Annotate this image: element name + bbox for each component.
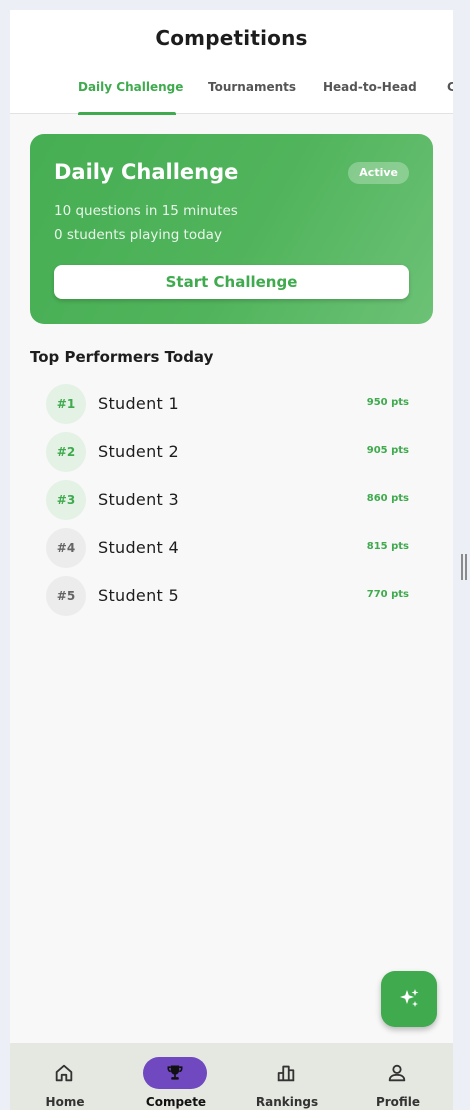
nav-pill xyxy=(143,1057,207,1089)
nav-compete[interactable]: Compete xyxy=(121,1043,231,1110)
rank-badge: #3 xyxy=(46,480,86,520)
rank-badge: #5 xyxy=(46,576,86,616)
tab-bar: Daily Challenge Tournaments Head-to-Head… xyxy=(10,72,453,115)
nav-label: Rankings xyxy=(255,1095,319,1109)
start-challenge-button[interactable]: Start Challenge xyxy=(54,265,409,299)
student-name: Student 2 xyxy=(98,442,179,461)
student-name: Student 4 xyxy=(98,538,179,557)
tab-tournaments[interactable]: Tournaments xyxy=(208,80,296,94)
bottom-nav: Home Compete Rankings Profile xyxy=(10,1043,453,1110)
nav-profile[interactable]: Profile xyxy=(343,1043,453,1110)
trophy-icon xyxy=(167,1065,183,1080)
nav-rankings[interactable]: Rankings xyxy=(232,1043,342,1110)
resize-handle[interactable] xyxy=(461,554,467,580)
student-points: 950 pts xyxy=(366,397,409,408)
leaderboard-row[interactable]: #4 Student 4 815 pts xyxy=(46,528,409,576)
nav-pill xyxy=(365,1057,429,1089)
student-name: Student 3 xyxy=(98,490,179,509)
student-name: Student 1 xyxy=(98,394,179,413)
student-name: Student 5 xyxy=(98,586,179,605)
leaderboard-row[interactable]: #1 Student 1 950 pts xyxy=(46,384,409,432)
rank-badge: #4 xyxy=(46,528,86,568)
nav-label: Home xyxy=(45,1095,85,1109)
sparkle-icon xyxy=(400,989,419,1007)
tab-overflow[interactable]: C xyxy=(447,80,453,94)
leaderboard-list: #1 Student 1 950 pts #2 Student 2 905 pt… xyxy=(46,384,409,624)
challenge-players: 0 students playing today xyxy=(54,227,222,243)
challenge-details: 10 questions in 15 minutes xyxy=(54,203,238,219)
leaderboard-title: Top Performers Today xyxy=(30,348,214,366)
rank-badge: #2 xyxy=(46,432,86,472)
status-badge: Active xyxy=(348,162,409,184)
page-title: Competitions xyxy=(155,26,308,50)
student-points: 815 pts xyxy=(366,541,409,552)
nav-label: Compete xyxy=(145,1095,207,1109)
tab-daily-challenge[interactable]: Daily Challenge xyxy=(78,80,183,94)
bar-chart-icon xyxy=(277,1065,295,1082)
student-points: 770 pts xyxy=(366,589,409,600)
student-points: 905 pts xyxy=(366,445,409,456)
challenge-title: Daily Challenge xyxy=(54,160,239,184)
app-bar: Competitions Daily Challenge Tournaments… xyxy=(10,10,453,115)
tab-indicator xyxy=(78,112,176,115)
nav-home[interactable]: Home xyxy=(10,1043,120,1110)
daily-challenge-card: Daily Challenge Active 10 questions in 1… xyxy=(30,134,433,324)
person-icon xyxy=(388,1064,406,1082)
leaderboard-row[interactable]: #5 Student 5 770 pts xyxy=(46,576,409,624)
rank-badge: #1 xyxy=(46,384,86,424)
nav-pill xyxy=(254,1057,318,1089)
leaderboard-row[interactable]: #3 Student 3 860 pts xyxy=(46,480,409,528)
student-points: 860 pts xyxy=(366,493,409,504)
leaderboard-row[interactable]: #2 Student 2 905 pts xyxy=(46,432,409,480)
tab-head-to-head[interactable]: Head-to-Head xyxy=(323,80,417,94)
ai-assistant-fab[interactable] xyxy=(381,971,437,1027)
nav-label: Profile xyxy=(375,1095,421,1109)
home-icon xyxy=(55,1064,73,1082)
app-frame: Competitions Daily Challenge Tournaments… xyxy=(10,10,453,1110)
nav-pill xyxy=(32,1057,96,1089)
